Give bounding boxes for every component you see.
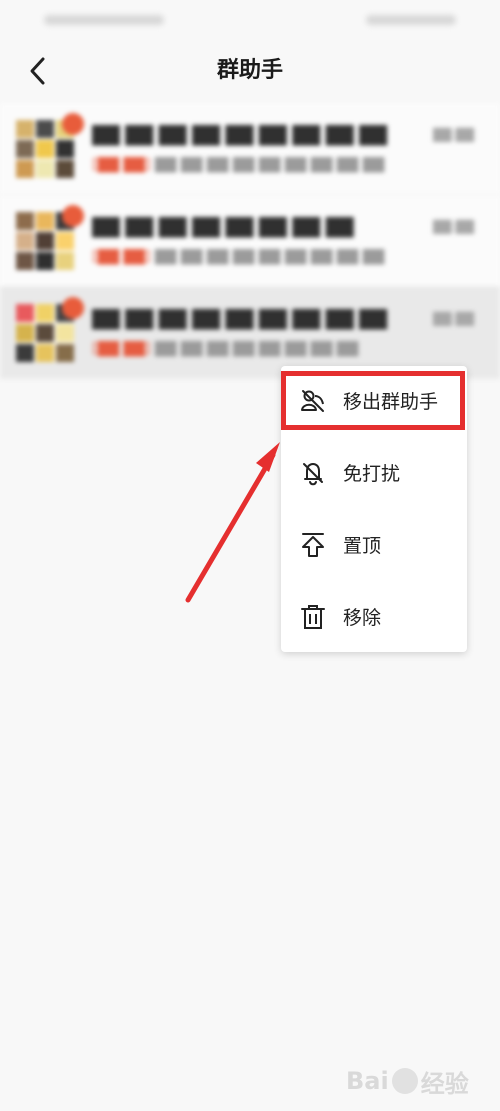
status-left-blurred [44,15,164,25]
chat-time-blurred: ██:██ [433,312,474,326]
watermark-suffix: 经验 [420,1069,469,1098]
unread-badge [62,113,84,135]
chat-preview-blurred: [██ ██] ██ ██ ██ ██ ██ ██ ██ ██ [92,341,359,357]
chat-item[interactable]: ██ ██ ██ ██ ██ ██ ██ ██ ██:██ [██ ██] ██… [0,195,500,287]
menu-item-label: 移除 [343,607,382,629]
chat-time-blurred: ██:██ [433,220,474,234]
group-remove-icon [299,386,327,416]
chat-time-blurred: ██:██ [433,128,474,142]
context-menu: 移出群助手 免打扰 置顶 移除 [281,366,467,652]
baidu-watermark: Bai 经验 [346,1063,478,1099]
unread-badge [62,297,84,319]
menu-item-label: 免打扰 [343,463,401,485]
chat-name-blurred: ██ ██ ██ ██ ██ ██ ██ ██ [92,217,354,238]
trash-icon [299,602,327,632]
unread-badge [62,205,84,227]
menu-item-label: 移出群助手 [343,391,439,413]
menu-item-pin-to-top[interactable]: 置顶 [281,510,467,582]
chat-name-blurred: ██ ██ ██ ██ ██ ██ ██ ██ ██ [92,309,387,330]
menu-item-remove-from-group-assistant[interactable]: 移出群助手 [281,366,467,438]
pin-top-icon [299,530,327,560]
chat-preview-blurred: [██ ██] ██ ██ ██ ██ ██ ██ ██ ██ ██ [92,157,385,173]
watermark-brand: Bai [346,1067,389,1095]
menu-item-do-not-disturb[interactable]: 免打扰 [281,438,467,510]
chat-preview-blurred: [██ ██] ██ ██ ██ ██ ██ ██ ██ ██ ██ [92,249,385,265]
menu-item-delete[interactable]: 移除 [281,582,467,654]
status-bar [0,0,500,40]
chat-item[interactable]: ██ ██ ██ ██ ██ ██ ██ ██ ██ ██:██ [██ ██]… [0,103,500,195]
paw-logo-icon [391,1068,418,1094]
chevron-left-icon [30,57,45,85]
bell-off-icon [299,458,327,488]
status-right-blurred [366,15,456,25]
chat-list: ██ ██ ██ ██ ██ ██ ██ ██ ██ ██:██ [██ ██]… [0,103,500,379]
back-button[interactable] [18,52,58,90]
menu-item-label: 置顶 [343,535,382,557]
page-title: 群助手 [216,58,283,83]
header: 群助手 [0,40,500,102]
chat-name-blurred: ██ ██ ██ ██ ██ ██ ██ ██ ██ [92,125,387,146]
